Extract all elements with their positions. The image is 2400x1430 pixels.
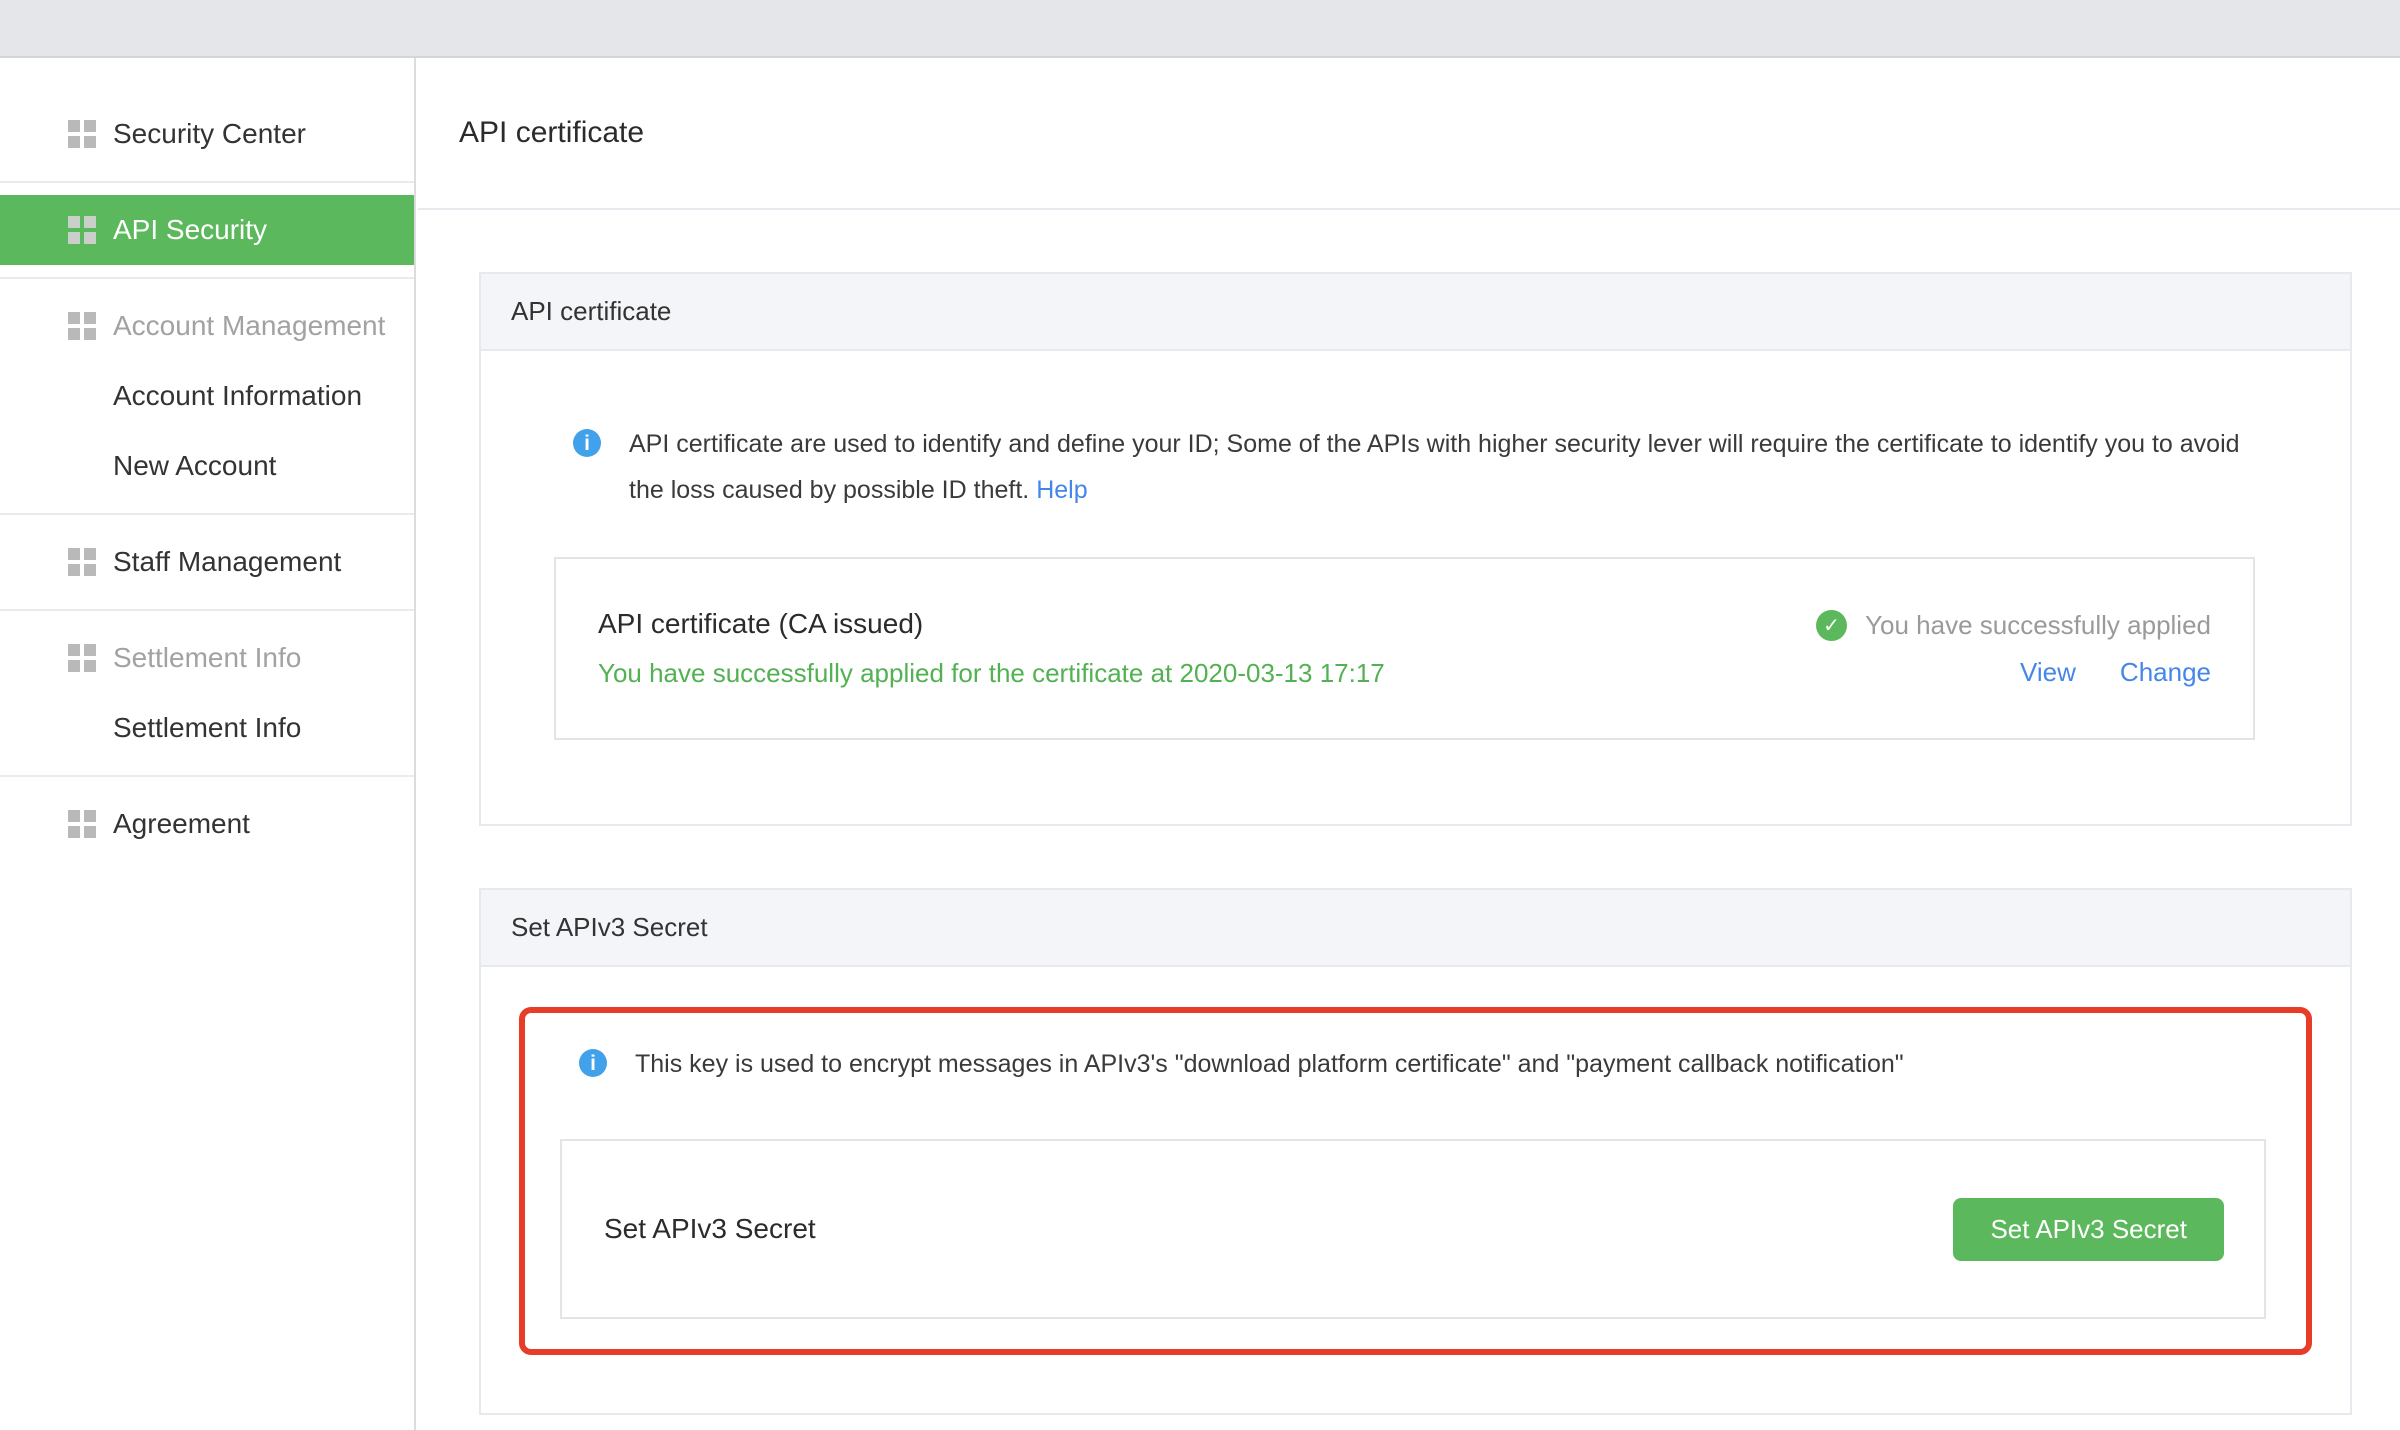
page-header: API certificate — [418, 58, 2400, 210]
set-apiv3-secret-button[interactable]: Set APIv3 Secret — [1953, 1198, 2224, 1261]
certificate-item-box: API certificate (CA issued) You have suc… — [554, 557, 2255, 740]
page-title: API certificate — [459, 116, 644, 150]
certificate-info-sentence: API certificate are used to identify and… — [629, 430, 2240, 504]
sidebar-group: Settlement Info Settlement Info — [0, 611, 414, 777]
info-icon — [579, 1049, 607, 1077]
highlight-red-box: This key is used to encrypt messages in … — [519, 1007, 2312, 1355]
change-link[interactable]: Change — [2120, 657, 2211, 688]
grid-icon — [68, 216, 96, 244]
sidebar-group: Account Management Account Information N… — [0, 279, 414, 515]
certificate-info-row: API certificate are used to identify and… — [554, 421, 2255, 513]
sidebar-item-label: New Account — [113, 450, 276, 482]
sidebar-group: Security Center — [0, 58, 414, 183]
sidebar-group: Staff Management — [0, 515, 414, 611]
grid-icon — [68, 312, 96, 340]
grid-icon — [68, 120, 96, 148]
apiv3-item-title: Set APIv3 Secret — [604, 1213, 816, 1245]
view-link[interactable]: View — [2020, 657, 2076, 688]
sidebar-item-new-account[interactable]: New Account — [0, 431, 414, 501]
help-link[interactable]: Help — [1036, 476, 1087, 504]
sidebar-item-settlement-info-parent[interactable]: Settlement Info — [0, 623, 414, 693]
card-header: API certificate — [481, 274, 2350, 351]
apiv3-item-box: Set APIv3 Secret Set APIv3 Secret — [560, 1139, 2266, 1319]
sidebar-item-label: API Security — [113, 214, 267, 246]
sidebar-item-staff-management[interactable]: Staff Management — [0, 527, 414, 597]
check-circle-icon — [1816, 610, 1847, 641]
certificate-status-row: You have successfully applied — [1816, 610, 2211, 641]
sidebar-group: Agreement — [0, 777, 414, 871]
sidebar-item-account-management[interactable]: Account Management — [0, 291, 414, 361]
top-bar — [0, 0, 2400, 58]
sidebar-item-label: Account Management — [113, 310, 385, 342]
certificate-info-text: API certificate are used to identify and… — [629, 421, 2255, 513]
sidebar-item-api-security[interactable]: API Security — [0, 195, 414, 265]
apiv3-secret-card: Set APIv3 Secret This key is used to enc… — [479, 888, 2352, 1415]
sidebar-item-label: Settlement Info — [113, 642, 301, 674]
sidebar-item-label: Settlement Info — [113, 712, 301, 744]
sidebar-item-security-center[interactable]: Security Center — [0, 99, 414, 169]
info-icon — [573, 429, 601, 457]
status-badge: You have successfully applied — [1865, 610, 2211, 641]
sidebar-item-label: Security Center — [113, 118, 306, 150]
api-certificate-card: API certificate API certificate are used… — [479, 272, 2352, 826]
sidebar: Security Center API Security Account Man… — [0, 58, 416, 1430]
sidebar-item-label: Staff Management — [113, 546, 341, 578]
grid-icon — [68, 644, 96, 672]
apiv3-info-text: This key is used to encrypt messages in … — [635, 1041, 1904, 1087]
sidebar-item-account-information[interactable]: Account Information — [0, 361, 414, 431]
sidebar-group: API Security — [0, 183, 414, 279]
grid-icon — [68, 810, 96, 838]
grid-icon — [68, 548, 96, 576]
sidebar-item-label: Account Information — [113, 380, 362, 412]
main-content: API certificate API certificate API cert… — [418, 58, 2400, 1415]
certificate-success-detail: You have successfully applied for the ce… — [598, 658, 1385, 689]
card-header: Set APIv3 Secret — [481, 890, 2350, 967]
sidebar-item-settlement-info[interactable]: Settlement Info — [0, 693, 414, 763]
apiv3-info-row: This key is used to encrypt messages in … — [560, 1041, 2266, 1087]
sidebar-item-agreement[interactable]: Agreement — [0, 789, 414, 859]
certificate-item-title: API certificate (CA issued) — [598, 608, 1385, 640]
sidebar-item-label: Agreement — [113, 808, 250, 840]
